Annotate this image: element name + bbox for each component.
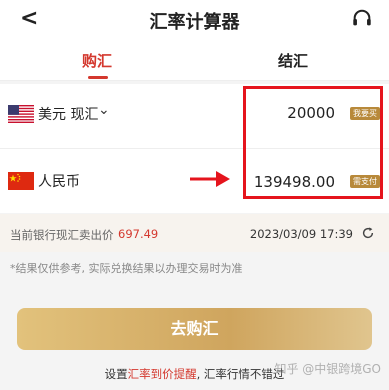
active-tab-indicator: [88, 76, 108, 79]
exchange-rate-bar: 当前银行现汇卖出价 697.49 2023/03/09 17:39: [0, 214, 389, 252]
tab-buy[interactable]: 购汇: [82, 50, 112, 71]
us-flag-icon: [8, 105, 34, 123]
footer-prefix: 设置: [104, 367, 128, 381]
app-header: < 汇率计算器: [0, 0, 389, 40]
from-currency-select[interactable]: 美元 现汇: [38, 104, 98, 124]
disclaimer-note: *结果仅供参考, 实际兑换结果以办理交易时为准: [10, 262, 243, 275]
buy-forex-button[interactable]: 去购汇: [17, 308, 372, 350]
page-title: 汇率计算器: [149, 12, 240, 33]
footer-suffix: , 汇率行情不错过: [196, 367, 285, 381]
headset-icon[interactable]: [351, 8, 373, 30]
tab-bar: 购汇 结汇: [0, 40, 389, 81]
rate-alert-link[interactable]: 汇率到价提醒: [128, 367, 197, 381]
tab-sell[interactable]: 结汇: [278, 50, 308, 71]
rate-value: 697.49: [118, 227, 159, 241]
cn-flag-icon: [8, 172, 34, 190]
refresh-icon[interactable]: [361, 226, 375, 240]
rate-label: 当前银行现汇卖出价: [10, 228, 114, 242]
watermark: 知乎 @中银跨境GO: [274, 362, 381, 376]
amount-highlight-box: [243, 86, 383, 199]
chevron-down-icon[interactable]: ⌄: [98, 102, 110, 118]
rate-timestamp: 2023/03/09 17:39: [249, 227, 353, 241]
red-arrow-annotation: [190, 171, 230, 187]
to-currency-label: 人民币: [38, 174, 80, 190]
